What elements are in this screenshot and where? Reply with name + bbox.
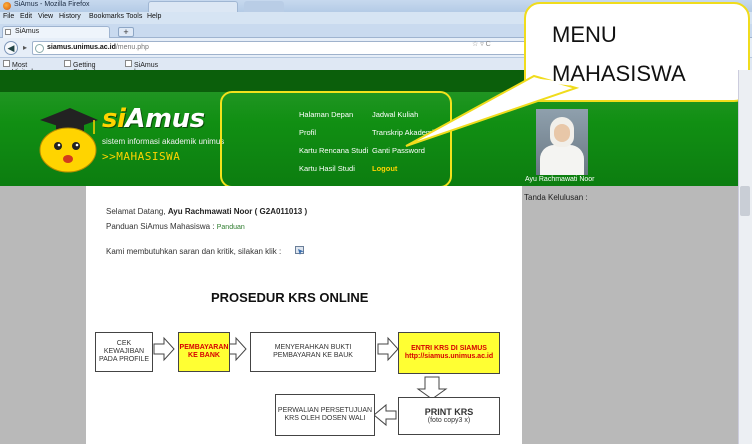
url-text: siamus.unimus.ac.id/menu.php	[47, 44, 149, 51]
site-tagline: sistem informasi akademik unimus	[102, 137, 225, 146]
url-domain: siamus.unimus.ac.id	[47, 44, 116, 51]
siamus-logo: siAmus	[102, 104, 205, 134]
site-identity-icon[interactable]	[35, 44, 44, 53]
menu-edit[interactable]: Edit	[20, 13, 32, 20]
logo-amus: Amus	[125, 104, 205, 134]
menu-view[interactable]: View	[38, 13, 53, 20]
forward-button[interactable]: ▸	[20, 43, 30, 53]
new-tab-button[interactable]: +	[118, 27, 134, 37]
firefox-icon	[3, 2, 11, 10]
role-label: >>MAHASISWA	[102, 150, 181, 163]
callout-line-2: MAHASISWA	[552, 61, 686, 86]
feedback-text: Kami membutuhkan saran dan kritik, silak…	[106, 247, 282, 256]
bookmark-siamus[interactable]: SiAmus | Sistem Infor...	[125, 60, 158, 90]
logo-si: si	[102, 104, 126, 134]
menu-help[interactable]: Help	[147, 13, 161, 20]
guide-link[interactable]: Panduan	[217, 224, 245, 231]
back-button[interactable]: ◀	[4, 41, 18, 55]
url-field[interactable]: siamus.unimus.ac.id/menu.php	[32, 41, 542, 55]
flow-step-entri-krs: ENTRI KRS DI SIAMUS http://siamus.unimus…	[398, 332, 500, 374]
flow-step-menyerahkan-bukti: MENYERAHKAN BUKTI PEMBAYARAN KE BAUK	[250, 332, 376, 372]
url-actions[interactable]: ☆ ▿ C	[472, 40, 491, 48]
flow-step-cek-kewajiban: CEK KEWAJIBAN PADA PROFILE	[95, 332, 153, 372]
menu-file[interactable]: File	[3, 13, 14, 20]
flow-step-entri-krs-url: http://siamus.unimus.ac.id	[404, 353, 494, 360]
flow-step-print-krs-note: (foto copy3 x)	[427, 417, 471, 425]
tab-label: SiAmus	[15, 28, 40, 35]
flowchart-title: PROSEDUR KRS ONLINE	[211, 290, 369, 305]
url-path: /menu.php	[115, 44, 149, 51]
flow-step-entri-krs-title: ENTRI KRS DI SIAMUS	[411, 344, 487, 352]
flow-step-print-krs: PRINT KRS (foto copy3 x)	[398, 397, 500, 435]
bookmark-icon	[125, 60, 132, 67]
bookmark-most-visited[interactable]: Most Visited	[3, 60, 33, 76]
welcome-name: Ayu Rachmawati Noor ( G2A011013 )	[167, 207, 308, 216]
callout-line-1: MENU	[552, 22, 617, 47]
guide-text: Panduan SiAmus Mahasiswa : Panduan	[106, 222, 245, 231]
scrollbar-thumb[interactable]	[740, 186, 750, 216]
welcome-prefix: Selamat Datang,	[106, 207, 168, 216]
menu-history[interactable]: History	[59, 13, 81, 20]
background-tab[interactable]	[148, 1, 238, 12]
user-name: Ayu Rachmawati Noor	[525, 176, 595, 183]
bookmark-icon	[3, 60, 10, 67]
page-favicon-icon	[5, 29, 11, 35]
menu-tools[interactable]: Tools	[126, 13, 142, 20]
bookmark-getting-started[interactable]: Getting Started	[64, 60, 96, 76]
window-title: SiAmus - Mozilla Firefox	[14, 1, 90, 8]
guide-prefix: Panduan SiAmus Mahasiswa :	[106, 222, 217, 231]
flow-step-perwalian: PERWALIAN PERSETUJUAN KRS OLEH DOSEN WAL…	[275, 394, 375, 436]
menu-bookmarks[interactable]: Bookmarks	[89, 13, 124, 20]
graduation-label: Tanda Kelulusan :	[524, 193, 588, 202]
tab-siamus[interactable]: SiAmus	[2, 26, 110, 38]
background-tab-2[interactable]	[244, 1, 284, 12]
mascot-graduate-icon	[39, 108, 98, 173]
flow-step-pembayaran: PEMBAYARAN KE BANK	[178, 332, 230, 372]
flow-step-print-krs-title: PRINT KRS	[424, 406, 474, 417]
bookmark-icon	[64, 60, 71, 67]
welcome-text: Selamat Datang, Ayu Rachmawati Noor ( G2…	[106, 207, 307, 216]
feedback-icon[interactable]	[295, 246, 305, 255]
page-scrollbar[interactable]	[738, 70, 752, 444]
